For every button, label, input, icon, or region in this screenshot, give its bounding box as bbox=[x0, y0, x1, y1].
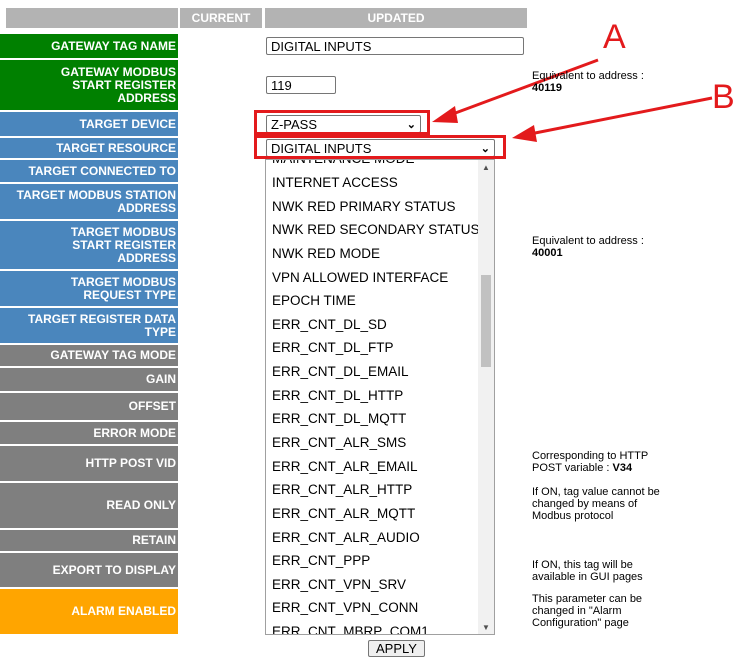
scroll-up-arrow-icon[interactable]: ▲ bbox=[478, 160, 494, 174]
dropdown-option[interactable]: ERR_CNT_ALR_HTTP bbox=[266, 478, 479, 502]
dropdown-option[interactable]: VPN ALLOWED INTERFACE bbox=[266, 265, 479, 289]
dropdown-option[interactable]: ERR_CNT_VPN_CONN bbox=[266, 596, 479, 620]
dropdown-option[interactable]: ERR_CNT_DL_HTTP bbox=[266, 383, 479, 407]
note-export: If ON, this tag will be available in GUI… bbox=[532, 559, 643, 583]
label-target-connected-to: TARGET CONNECTED TO bbox=[0, 160, 178, 182]
dropdown-option[interactable]: INTERNET ACCESS bbox=[266, 171, 479, 195]
dropdown-option[interactable]: ERR_CNT_PPP bbox=[266, 549, 479, 573]
dropdown-option[interactable]: NWK RED PRIMARY STATUS bbox=[266, 194, 479, 218]
label-alarm-enabled: ALARM ENABLED bbox=[0, 589, 178, 634]
dropdown-scrollbar[interactable]: ▲ ▼ bbox=[478, 160, 494, 634]
apply-button[interactable]: APPLY bbox=[368, 640, 425, 657]
label-target-modbus-request-type: TARGET MODBUS REQUEST TYPE bbox=[0, 271, 178, 306]
arrow-b-line bbox=[529, 96, 713, 136]
label-target-modbus-start-register-address: TARGET MODBUS START REGISTER ADDRESS bbox=[0, 221, 178, 269]
dropdown-option[interactable]: ERR_CNT_MBRP_COM1 bbox=[266, 620, 479, 634]
target-resource-dropdown-list[interactable]: MAINTENANCE MODEINTERNET ACCESSNWK RED P… bbox=[265, 159, 495, 635]
dropdown-option[interactable]: EPOCH TIME bbox=[266, 289, 479, 313]
callout-label-b: B bbox=[712, 78, 735, 116]
label-offset: OFFSET bbox=[0, 393, 178, 420]
label-target-modbus-station-address: TARGET MODBUS STATION ADDRESS bbox=[0, 184, 178, 219]
note-http-post: Corresponding to HTTP POST variable : V3… bbox=[532, 450, 649, 474]
dropdown-option[interactable]: ERR_CNT_ALR_SMS bbox=[266, 431, 479, 455]
arrow-b-head bbox=[512, 125, 537, 142]
scroll-down-arrow-icon[interactable]: ▼ bbox=[478, 620, 494, 634]
label-gateway-tag-mode: GATEWAY TAG MODE bbox=[0, 345, 178, 366]
dropdown-option[interactable]: ERR_CNT_VPN_SRV bbox=[266, 573, 479, 597]
dropdown-option[interactable]: ERR_CNT_ALR_EMAIL bbox=[266, 454, 479, 478]
label-export-to-display: EXPORT TO DISPLAY bbox=[0, 553, 178, 587]
scrollbar-thumb[interactable] bbox=[481, 275, 491, 367]
dropdown-option[interactable]: NWK RED SECONDARY STATUS bbox=[266, 218, 480, 242]
label-error-mode: ERROR MODE bbox=[0, 422, 178, 444]
label-http-post-vid: HTTP POST VID bbox=[0, 446, 178, 481]
dropdown-option[interactable]: ERR_CNT_ALR_AUDIO bbox=[266, 525, 479, 549]
label-read-only: READ ONLY bbox=[0, 483, 178, 528]
callout-label-a: A bbox=[603, 18, 626, 56]
note-gateway-address: Equivalent to address : 40119 bbox=[532, 70, 644, 94]
dropdown-option[interactable]: MAINTENANCE MODE bbox=[266, 160, 479, 171]
note-target-address: Equivalent to address : 40001 bbox=[532, 235, 644, 259]
dropdown-option[interactable]: ERR_CNT_DL_FTP bbox=[266, 336, 479, 360]
dropdown-option[interactable]: ERR_CNT_DL_SD bbox=[266, 312, 479, 336]
arrow-a-head bbox=[432, 106, 458, 123]
dropdown-option[interactable]: ERR_CNT_DL_MQTT bbox=[266, 407, 479, 431]
dropdown-option[interactable]: NWK RED MODE bbox=[266, 242, 479, 266]
note-read-only: If ON, tag value cannot be changed by me… bbox=[532, 486, 660, 522]
label-retain: RETAIN bbox=[0, 530, 178, 551]
dropdown-option[interactable]: ERR_CNT_DL_EMAIL bbox=[266, 360, 479, 384]
note-alarm: This parameter can be changed in "Alarm … bbox=[532, 593, 643, 629]
label-target-register-data-type: TARGET REGISTER DATA TYPE bbox=[0, 308, 178, 343]
label-gain: GAIN bbox=[0, 368, 178, 391]
dropdown-option[interactable]: ERR_CNT_ALR_MQTT bbox=[266, 502, 479, 526]
